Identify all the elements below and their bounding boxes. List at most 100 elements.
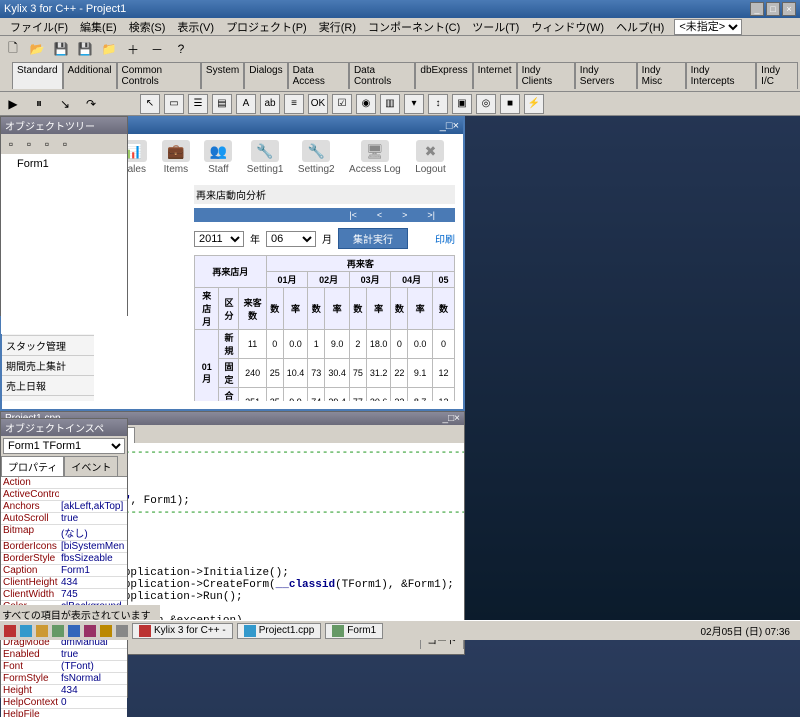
property-row[interactable]: FormStylefsNormal bbox=[1, 673, 127, 685]
property-row[interactable]: ActiveControl bbox=[1, 489, 127, 501]
run-icon[interactable]: ▶ bbox=[2, 93, 24, 115]
month-select[interactable]: 06 bbox=[266, 231, 316, 247]
property-row[interactable]: Height434 bbox=[1, 685, 127, 697]
code-close[interactable]: × bbox=[454, 413, 460, 424]
property-row[interactable]: CaptionForm1 bbox=[1, 565, 127, 577]
comp-tab[interactable]: Common Controls bbox=[117, 62, 201, 89]
tree-btn1[interactable]: ▫ bbox=[3, 136, 19, 152]
app-icon-items[interactable]: 💼Items bbox=[162, 140, 190, 175]
run-aggregate-button[interactable]: 集計実行 bbox=[338, 228, 408, 249]
save-icon[interactable]: 💾 bbox=[50, 38, 72, 60]
tray-icon2[interactable] bbox=[36, 625, 48, 637]
tree-btn2[interactable]: ▫ bbox=[21, 136, 37, 152]
minimize-button[interactable]: _ bbox=[750, 2, 764, 16]
comp-memo-icon[interactable]: ≡ bbox=[284, 94, 304, 114]
new-icon[interactable]: 🗋 bbox=[2, 38, 24, 60]
app-icon-staff[interactable]: 👥Staff bbox=[204, 140, 232, 175]
menu-item[interactable]: ヘルプ(H) bbox=[610, 19, 670, 35]
property-row[interactable]: Action bbox=[1, 477, 127, 489]
pause-icon[interactable]: ⏸ bbox=[28, 93, 50, 115]
saveall-icon[interactable]: 💾 bbox=[74, 38, 96, 60]
property-row[interactable]: Font(TFont) bbox=[1, 661, 127, 673]
task-form[interactable]: Form1 bbox=[325, 623, 383, 639]
tree-node-form1[interactable]: Form1 bbox=[5, 158, 123, 170]
comp-tab[interactable]: Indy Intercepts bbox=[686, 62, 757, 89]
menu-item[interactable]: ツール(T) bbox=[466, 19, 525, 35]
app-icon-access log[interactable]: 🖥Access Log bbox=[349, 140, 401, 175]
comp-tab[interactable]: Data Access bbox=[288, 62, 349, 89]
print-link[interactable]: 印刷 bbox=[435, 231, 455, 246]
comp-tab[interactable]: System bbox=[201, 62, 244, 89]
tray-icon6[interactable] bbox=[100, 625, 112, 637]
comp-scroll-icon[interactable]: ↕ bbox=[428, 94, 448, 114]
property-row[interactable]: HelpContext0 bbox=[1, 697, 127, 709]
comp-tab[interactable]: Indy I/C bbox=[756, 62, 798, 89]
menu-item[interactable]: ファイル(F) bbox=[4, 19, 74, 35]
comp-tab[interactable]: Indy Misc bbox=[637, 62, 686, 89]
comp-radio-icon[interactable]: ◉ bbox=[356, 94, 376, 114]
maximize-button[interactable]: □ bbox=[766, 2, 780, 16]
app-icon-logout[interactable]: ✖Logout bbox=[415, 140, 446, 175]
comp-tab[interactable]: Standard bbox=[12, 62, 63, 89]
nav-prev[interactable]: < bbox=[377, 210, 382, 220]
form-max[interactable]: □ bbox=[446, 120, 453, 132]
property-row[interactable]: AutoScrolltrue bbox=[1, 513, 127, 525]
menu-item[interactable]: ウィンドウ(W) bbox=[525, 19, 610, 35]
tab-properties[interactable]: プロパティ bbox=[1, 456, 64, 476]
object-tree-body[interactable]: Form1 bbox=[1, 154, 127, 334]
comp-tab[interactable]: Data Controls bbox=[349, 62, 415, 89]
tray-icon3[interactable] bbox=[52, 625, 64, 637]
open-icon[interactable]: 📂 bbox=[26, 38, 48, 60]
side-menu-item[interactable]: 売上日報 bbox=[2, 376, 94, 396]
comp-panel-icon[interactable]: ■ bbox=[500, 94, 520, 114]
menu-item[interactable]: 表示(V) bbox=[171, 19, 220, 35]
help-icon[interactable]: ? bbox=[170, 38, 192, 60]
app-icon-setting2[interactable]: 🔧Setting2 bbox=[298, 140, 335, 175]
side-menu-item[interactable]: スタック管理 bbox=[2, 336, 94, 356]
comp-popup-icon[interactable]: ▤ bbox=[212, 94, 232, 114]
comp-label-icon[interactable]: A bbox=[236, 94, 256, 114]
tree-btn3[interactable]: ▫ bbox=[39, 136, 55, 152]
nav-next[interactable]: > bbox=[402, 210, 407, 220]
comp-edit-icon[interactable]: ab bbox=[260, 94, 280, 114]
property-row[interactable]: ClientWidth745 bbox=[1, 589, 127, 601]
property-row[interactable]: Enabledtrue bbox=[1, 649, 127, 661]
comp-list-icon[interactable]: ▥ bbox=[380, 94, 400, 114]
close-button[interactable]: × bbox=[782, 2, 796, 16]
task-kylix[interactable]: Kylix 3 for C++ - bbox=[132, 623, 233, 639]
tray-icon5[interactable] bbox=[84, 625, 96, 637]
tree-btn4[interactable]: ▫ bbox=[57, 136, 73, 152]
openproj-icon[interactable]: 📁 bbox=[98, 38, 120, 60]
form-close[interactable]: × bbox=[453, 120, 459, 132]
comp-tab[interactable]: Indy Clients bbox=[517, 62, 575, 89]
tray-icon7[interactable] bbox=[116, 625, 128, 637]
comp-frame-icon[interactable]: ▭ bbox=[164, 94, 184, 114]
menu-item[interactable]: 実行(R) bbox=[313, 19, 362, 35]
comp-radiog-icon[interactable]: ◎ bbox=[476, 94, 496, 114]
comp-tab[interactable]: Internet bbox=[473, 62, 517, 89]
comp-tab[interactable]: dbExpress bbox=[415, 62, 472, 89]
tab-events[interactable]: イベント bbox=[64, 456, 118, 476]
task-project[interactable]: Project1.cpp bbox=[237, 623, 322, 639]
comp-pointer-icon[interactable]: ↖ bbox=[140, 94, 160, 114]
menu-item[interactable]: プロジェクト(P) bbox=[220, 19, 313, 35]
side-menu-item[interactable]: 期間売上集計 bbox=[2, 356, 94, 376]
year-select[interactable]: 2011 bbox=[194, 231, 244, 247]
side-menu-item[interactable]: 売上月報 bbox=[2, 396, 94, 401]
addfile-icon[interactable]: ＋ bbox=[122, 38, 144, 60]
nav-last[interactable]: >| bbox=[427, 210, 435, 220]
comp-tab[interactable]: Indy Servers bbox=[575, 62, 637, 89]
property-list[interactable]: ActionActiveControlAnchors[akLeft,akTop]… bbox=[1, 477, 127, 717]
property-row[interactable]: HelpFile bbox=[1, 709, 127, 717]
start-icon[interactable] bbox=[4, 625, 16, 637]
property-row[interactable]: BorderStylefbsSizeable bbox=[1, 553, 127, 565]
menu-item[interactable]: コンポーネント(C) bbox=[362, 19, 466, 35]
comp-menu-icon[interactable]: ☰ bbox=[188, 94, 208, 114]
object-selector[interactable]: Form1 TForm1 bbox=[3, 438, 125, 454]
comp-check-icon[interactable]: ☑ bbox=[332, 94, 352, 114]
comp-tab[interactable]: Dialogs bbox=[244, 62, 287, 89]
property-row[interactable]: BorderIcons[biSystemMen bbox=[1, 541, 127, 553]
comp-action-icon[interactable]: ⚡ bbox=[524, 94, 544, 114]
menu-item[interactable]: 検索(S) bbox=[123, 19, 172, 35]
menu-item[interactable]: 編集(E) bbox=[74, 19, 123, 35]
